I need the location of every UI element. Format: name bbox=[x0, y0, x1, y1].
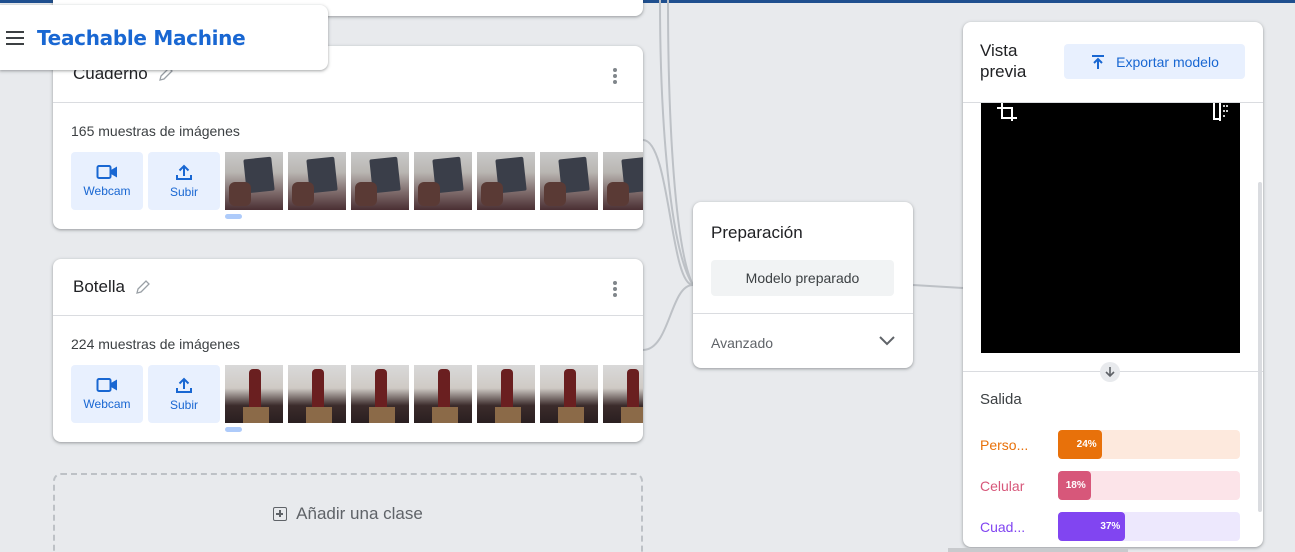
upload-label: Subir bbox=[169, 398, 198, 412]
samples-count: 165 muestras de imágenes bbox=[71, 123, 240, 139]
more-vert-icon[interactable] bbox=[613, 68, 617, 84]
thumbnail-scrollbar[interactable] bbox=[225, 214, 242, 219]
add-class-button[interactable]: Añadir una clase bbox=[53, 473, 643, 552]
sample-thumbnail[interactable] bbox=[540, 152, 598, 210]
sample-thumbnails bbox=[225, 365, 643, 423]
preview-card: Vista previa Exportar modelo Salida Pers… bbox=[963, 22, 1263, 547]
add-class-label: Añadir una clase bbox=[296, 504, 423, 523]
upload-icon bbox=[176, 164, 192, 180]
output-bar-track: 18% bbox=[1058, 471, 1240, 500]
divider bbox=[693, 313, 913, 314]
training-card: Preparación Modelo preparado Avanzado bbox=[693, 202, 913, 368]
webcam-button[interactable]: Webcam bbox=[71, 365, 143, 423]
chevron-down-icon[interactable] bbox=[878, 335, 896, 347]
sample-thumbnail[interactable] bbox=[225, 152, 283, 210]
training-title: Preparación bbox=[711, 223, 803, 242]
sample-thumbnail[interactable] bbox=[540, 365, 598, 423]
output-row: Cuad... 37% bbox=[980, 512, 1242, 541]
output-bar-fill: 37% bbox=[1058, 512, 1126, 541]
webcam-preview bbox=[981, 103, 1240, 353]
upload-button[interactable]: Subir bbox=[148, 365, 220, 423]
output-bar-fill: 18% bbox=[1058, 471, 1091, 500]
sample-thumbnail[interactable] bbox=[603, 365, 643, 423]
webcam-label: Webcam bbox=[83, 397, 131, 411]
class-card: Botella 224 muestras de imágenes Webcam … bbox=[53, 259, 643, 442]
class-card: Cuaderno 165 muestras de imágenes Webcam… bbox=[53, 46, 643, 229]
output-title: Salida bbox=[980, 391, 1022, 408]
preview-title: Vista previa bbox=[980, 41, 1027, 81]
class-name[interactable]: Botella bbox=[73, 277, 125, 297]
export-model-button[interactable]: Exportar modelo bbox=[1064, 44, 1245, 79]
horizontal-scrollbar[interactable] bbox=[948, 548, 1128, 552]
sample-thumbnails bbox=[225, 152, 643, 210]
pencil-icon[interactable] bbox=[135, 279, 151, 295]
sample-thumbnail[interactable] bbox=[414, 365, 472, 423]
samples-count: 224 muestras de imágenes bbox=[71, 336, 240, 352]
sample-thumbnail[interactable] bbox=[603, 152, 643, 210]
train-model-button[interactable]: Modelo preparado bbox=[711, 260, 894, 296]
output-bar-track: 24% bbox=[1058, 430, 1240, 459]
add-box-icon bbox=[273, 507, 288, 521]
output-label: Perso... bbox=[980, 437, 1029, 453]
thumbnail-scrollbar[interactable] bbox=[225, 427, 242, 432]
app-header: Teachable Machine bbox=[0, 5, 328, 70]
webcam-label: Webcam bbox=[83, 184, 131, 198]
crop-icon[interactable] bbox=[997, 103, 1017, 123]
more-vert-icon[interactable] bbox=[613, 281, 617, 297]
videocam-icon bbox=[96, 378, 117, 392]
sample-thumbnail[interactable] bbox=[225, 365, 283, 423]
upload-icon bbox=[1092, 54, 1105, 69]
menu-icon[interactable] bbox=[6, 30, 24, 45]
output-label: Cuad... bbox=[980, 519, 1026, 535]
arrow-down-icon bbox=[1100, 362, 1120, 382]
flip-icon[interactable] bbox=[1212, 103, 1230, 121]
export-label: Exportar modelo bbox=[1116, 53, 1219, 70]
sample-thumbnail[interactable] bbox=[288, 152, 346, 210]
output-bar-fill: 24% bbox=[1058, 430, 1102, 459]
upload-label: Subir bbox=[169, 185, 198, 199]
panel-scrollbar[interactable] bbox=[1258, 182, 1262, 512]
upload-button[interactable]: Subir bbox=[148, 152, 220, 210]
sample-thumbnail[interactable] bbox=[351, 152, 409, 210]
upload-icon bbox=[176, 377, 192, 393]
output-row: Celular 18% bbox=[980, 471, 1242, 500]
advanced-toggle[interactable]: Avanzado bbox=[711, 335, 773, 351]
sample-thumbnail[interactable] bbox=[351, 365, 409, 423]
sample-thumbnail[interactable] bbox=[288, 365, 346, 423]
videocam-icon bbox=[96, 165, 117, 179]
webcam-button[interactable]: Webcam bbox=[71, 152, 143, 210]
class-header: Botella bbox=[53, 259, 643, 316]
sample-thumbnail[interactable] bbox=[477, 152, 535, 210]
sample-thumbnail[interactable] bbox=[477, 365, 535, 423]
output-label: Celular bbox=[980, 478, 1025, 494]
output-row: Perso... 24% bbox=[980, 430, 1242, 459]
sample-thumbnail[interactable] bbox=[414, 152, 472, 210]
app-title[interactable]: Teachable Machine bbox=[37, 26, 246, 50]
output-bar-track: 37% bbox=[1058, 512, 1240, 541]
